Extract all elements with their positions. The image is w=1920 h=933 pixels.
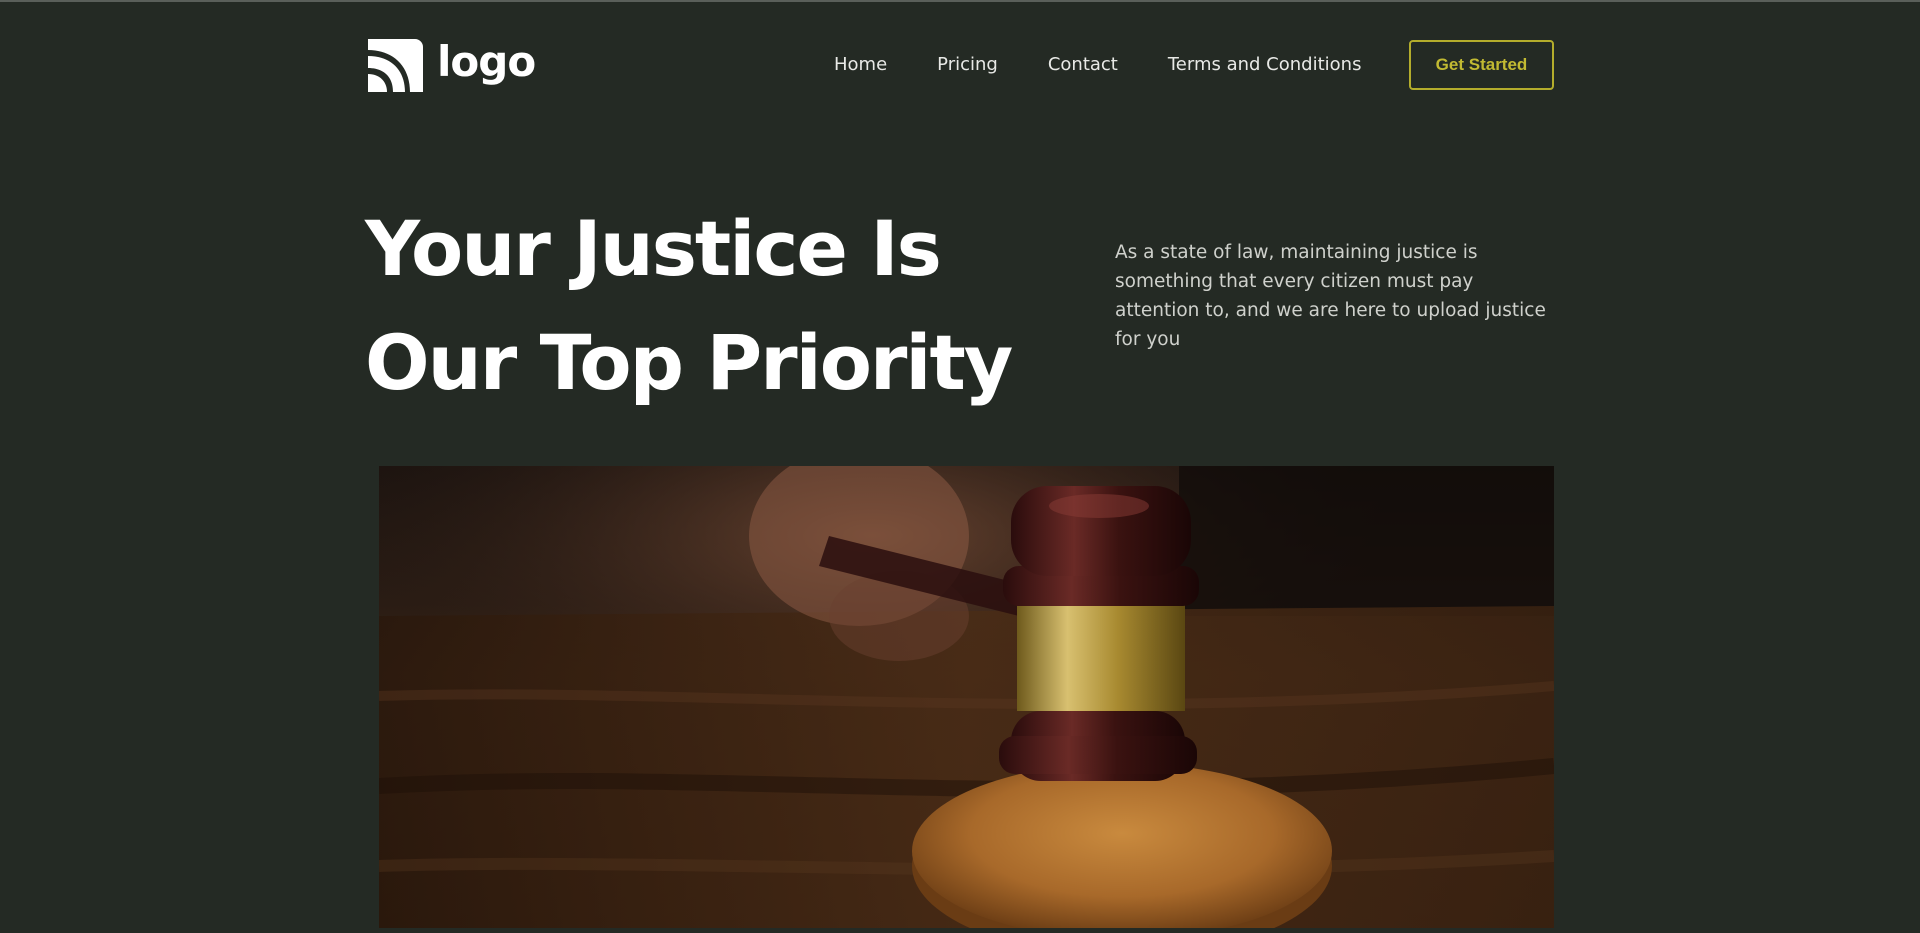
- top-border: [0, 0, 1920, 2]
- hero-title-line-1: Your Justice Is: [365, 204, 942, 293]
- hero-image: [379, 466, 1554, 928]
- logo-text: logo: [437, 37, 536, 86]
- main-nav: Home Pricing Contact Terms and Condition…: [834, 36, 1361, 92]
- logo[interactable]: logo: [365, 36, 536, 92]
- nav-home[interactable]: Home: [834, 54, 887, 75]
- hero-title: Your Justice Is Our Top Priority: [365, 192, 1065, 420]
- nav-pricing[interactable]: Pricing: [937, 54, 998, 75]
- signal-arcs-icon: [368, 39, 423, 92]
- gavel-image: [379, 466, 1554, 928]
- hero-title-line-2: Our Top Priority: [365, 318, 1013, 407]
- site-header: logo Home Pricing Contact Terms and Cond…: [365, 36, 1554, 92]
- nav-terms[interactable]: Terms and Conditions: [1168, 54, 1362, 75]
- hero-description: As a state of law, maintaining justice i…: [1115, 242, 1546, 350]
- nav-contact[interactable]: Contact: [1048, 54, 1118, 75]
- get-started-button[interactable]: Get Started: [1409, 40, 1554, 90]
- landing-page: logo Home Pricing Contact Terms and Cond…: [0, 0, 1920, 933]
